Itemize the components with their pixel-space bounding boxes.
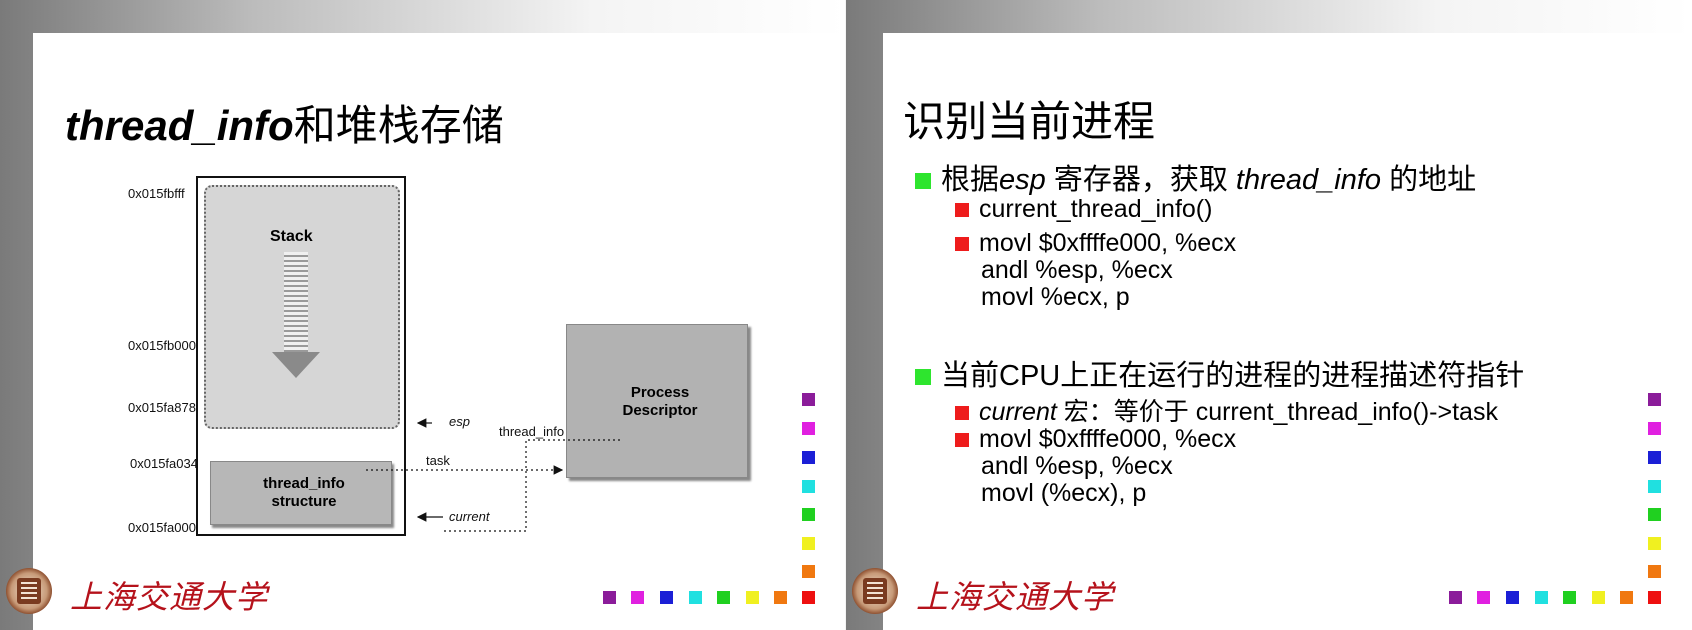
decor-square <box>1648 451 1661 464</box>
bullet-text: 根据 <box>941 164 1000 196</box>
red-bullet-icon <box>955 203 969 218</box>
decor-square <box>1648 565 1661 578</box>
code-line: movl $0xffffe000, %ecx <box>979 229 1237 257</box>
university-name: 上海交通大学 <box>70 578 269 616</box>
decor-square <box>802 451 815 464</box>
bullet-text-italic: esp <box>999 164 1046 196</box>
code-line: movl %ecx, p <box>981 283 1130 311</box>
bullet-esp-address: 根据esp 寄存器，获取 thread_info 的地址 <box>915 156 1476 198</box>
sub-bullet-text: current_thread_info() <box>979 195 1213 223</box>
red-bullet-icon <box>955 406 969 421</box>
decor-square <box>1648 537 1661 550</box>
decor-square <box>1620 591 1633 604</box>
esp-label: esp <box>449 414 470 429</box>
decor-square <box>802 480 815 493</box>
code-line: andl %esp, %ecx <box>981 256 1173 284</box>
slide-thread-info: thread_info和堆栈存储 0x015fbfff 0x015fb000 0… <box>0 0 846 630</box>
sub-bullet: movl $0xffffe000, %ecx <box>955 229 1236 258</box>
red-bullet-icon <box>955 237 969 252</box>
sub-bullet: current_thread_info() <box>955 195 1212 224</box>
code-line: movl $0xffffe000, %ecx <box>979 425 1237 453</box>
decor-square <box>1648 508 1661 521</box>
decor-square <box>746 591 759 604</box>
decor-square <box>802 591 815 604</box>
current-label: current <box>449 509 490 524</box>
sub-bullet-text-italic: current <box>979 398 1057 426</box>
sub-bullet-text: 宏：等价于 current_thread_info()->task <box>1056 398 1498 426</box>
decor-square <box>1449 591 1462 604</box>
decor-square <box>660 591 673 604</box>
decor-square <box>603 591 616 604</box>
sjtu-seal-emblem-icon <box>17 578 41 604</box>
decor-square <box>802 565 815 578</box>
decor-square <box>802 508 815 521</box>
decor-square <box>802 537 815 550</box>
decor-square <box>1648 393 1661 406</box>
decor-square <box>774 591 787 604</box>
decor-square <box>631 591 644 604</box>
task-link-label: task <box>426 453 450 468</box>
decor-square <box>717 591 730 604</box>
decor-square <box>1477 591 1490 604</box>
sub-bullet: current 宏：等价于 current_thread_info()->tas… <box>955 392 1498 428</box>
decor-square <box>689 591 702 604</box>
thread-info-link-label: thread_info <box>499 424 565 439</box>
code-line: andl %esp, %ecx <box>981 452 1173 480</box>
slide-identify-current-process: 识别当前进程 根据esp 寄存器，获取 thread_info 的地址 curr… <box>846 0 1692 630</box>
decor-square <box>1648 591 1661 604</box>
red-bullet-icon <box>955 433 969 448</box>
decor-square <box>802 422 815 435</box>
decor-square <box>1506 591 1519 604</box>
bullet-current-process: 当前CPU上正在运行的进程的进程描述符指针 <box>915 352 1524 394</box>
code-line: movl (%ecx), p <box>981 479 1147 507</box>
decor-square <box>1563 591 1576 604</box>
decor-square <box>802 393 815 406</box>
diagram-connectors <box>366 418 620 532</box>
green-bullet-icon <box>915 173 931 190</box>
decor-square <box>1648 422 1661 435</box>
slide-title: 识别当前进程 <box>903 98 1156 145</box>
decor-square <box>1535 591 1548 604</box>
green-bullet-icon <box>915 369 931 386</box>
bullet-text: 当前CPU上正在运行的进程的进程描述符指针 <box>941 360 1525 392</box>
university-logo: 上海交通大学 <box>0 560 300 630</box>
bullet-text: 寄存器，获取 <box>1045 164 1236 196</box>
bullet-text: 的地址 <box>1381 164 1477 196</box>
thread-info-stack-diagram: 0x015fbfff 0x015fb000 0x015fa878 0x015fa… <box>0 0 846 630</box>
university-name: 上海交通大学 <box>916 578 1115 616</box>
decor-square <box>1592 591 1605 604</box>
bullet-text-italic: thread_info <box>1235 164 1382 196</box>
decor-square <box>1648 480 1661 493</box>
university-logo: 上海交通大学 <box>846 560 1146 630</box>
sjtu-seal-emblem-icon <box>863 578 887 604</box>
sub-bullet: movl $0xffffe000, %ecx <box>955 425 1236 454</box>
